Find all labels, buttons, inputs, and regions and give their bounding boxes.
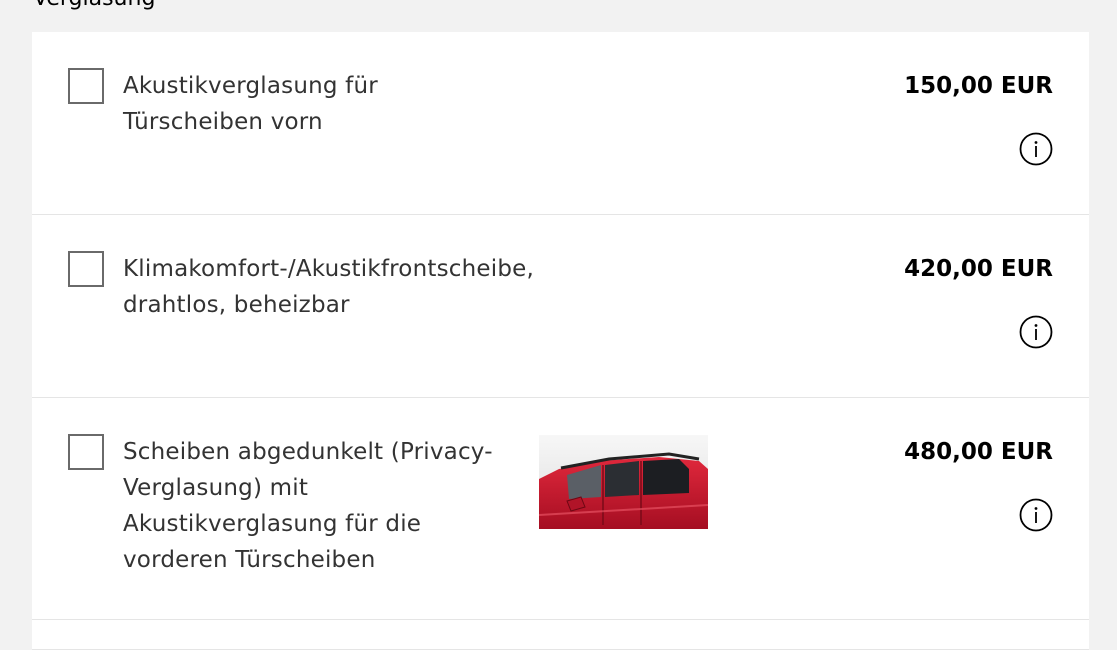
info-circle-icon[interactable] [1019, 315, 1053, 349]
option-row-partial [32, 620, 1089, 650]
option-price: 480,00 EUR [904, 439, 1053, 465]
option-price: 420,00 EUR [904, 256, 1053, 282]
option-label-line: Verglasung) mit [123, 475, 309, 501]
option-label: Scheiben abgedunkelt (Privacy- Verglasun… [123, 434, 523, 578]
option-label: Akustikverglasung für Türscheiben vorn [123, 68, 423, 140]
option-checkbox[interactable] [68, 434, 104, 470]
option-label-line: Klimakomfort-/Akustikfrontscheibe, [123, 256, 534, 282]
option-label-line: Akustikverglasung für [123, 73, 378, 99]
option-label-line: Akustikverglasung für die [123, 511, 422, 537]
option-list: Akustikverglasung für Türscheiben vorn 1… [32, 32, 1089, 650]
option-label-line: Scheiben abgedunkelt (Privacy- [123, 439, 493, 465]
option-checkbox[interactable] [68, 68, 104, 104]
option-label: Klimakomfort-/Akustikfrontscheibe, draht… [123, 251, 583, 323]
option-label-line: drahtlos, beheizbar [123, 292, 350, 318]
option-label-line: vorderen Türscheiben [123, 547, 376, 573]
option-checkbox[interactable] [68, 251, 104, 287]
info-circle-icon[interactable] [1019, 132, 1053, 166]
car-thumbnail-image[interactable] [539, 435, 708, 529]
option-row: Klimakomfort-/Akustikfrontscheibe, draht… [32, 215, 1089, 398]
option-row: Akustikverglasung für Türscheiben vorn 1… [32, 32, 1089, 215]
option-row: Scheiben abgedunkelt (Privacy- Verglasun… [32, 398, 1089, 620]
option-label-line: Türscheiben vorn [123, 109, 323, 135]
section-title: Verglasung [33, 0, 155, 12]
info-circle-icon[interactable] [1019, 498, 1053, 532]
option-price: 150,00 EUR [904, 73, 1053, 99]
